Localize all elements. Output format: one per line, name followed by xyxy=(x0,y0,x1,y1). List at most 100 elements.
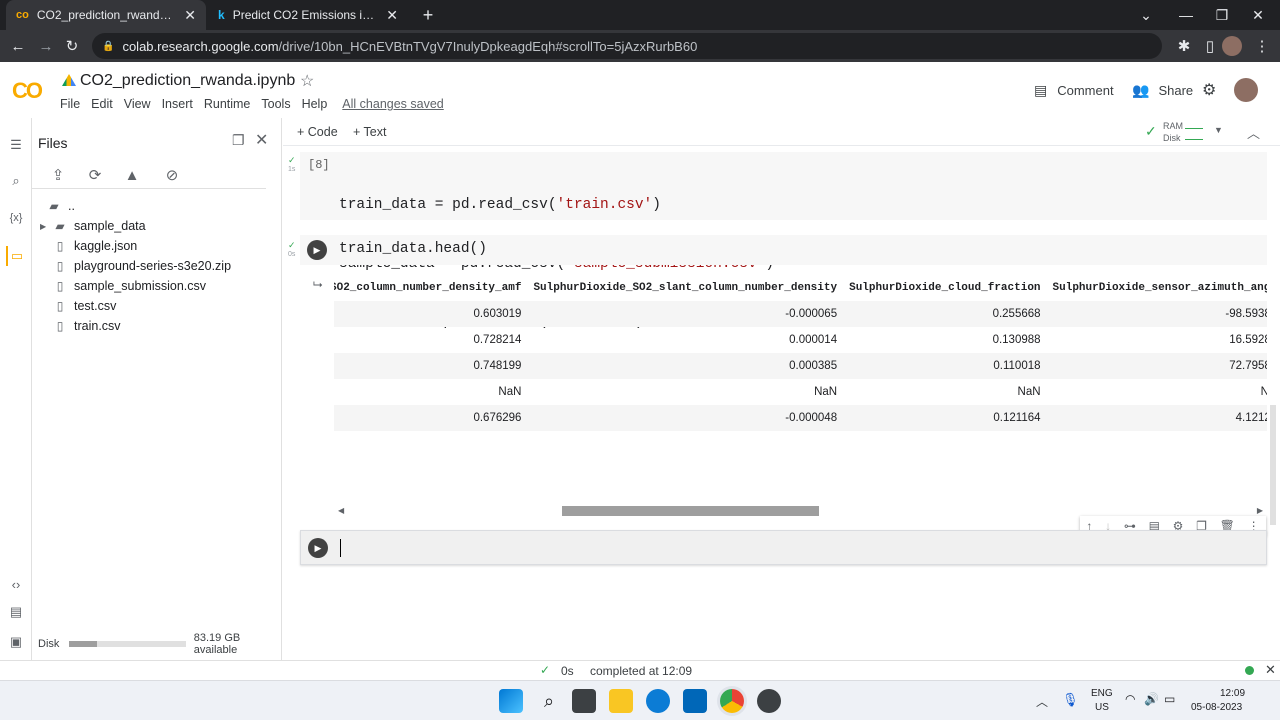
tray-chevron-icon[interactable]: ︿ xyxy=(1036,693,1048,710)
file-item-zip[interactable]: ▯ playground-series-s3e20.zip xyxy=(52,256,231,276)
search-icon[interactable]: ⌕ xyxy=(537,689,561,713)
mount-drive-icon[interactable]: ▲ xyxy=(122,165,142,185)
code-editor[interactable]: train_data.head() xyxy=(339,240,487,260)
notebook-title[interactable]: CO2_prediction_rwanda.ipynb xyxy=(80,72,295,90)
upload-file-icon[interactable]: ⇪ xyxy=(48,165,68,185)
sidepanel-icon[interactable]: ▯ xyxy=(1198,34,1222,58)
refresh-folder-icon[interactable]: ⟳ xyxy=(85,165,105,185)
file-item-sample-submission[interactable]: ▯ sample_submission.csv xyxy=(52,276,206,296)
menu-view[interactable]: View xyxy=(124,97,151,111)
output-menu-icon[interactable]: ⮡ xyxy=(313,277,323,292)
folder-icon[interactable]: ▭ xyxy=(6,246,26,266)
hide-files-icon[interactable]: ⊘ xyxy=(162,165,182,185)
wifi-icon[interactable]: ◠ xyxy=(1125,692,1135,706)
file-item-train-csv[interactable]: ▯ train.csv xyxy=(52,316,121,336)
volume-icon[interactable]: 🔊 xyxy=(1144,692,1159,706)
extensions-icon[interactable]: ✱ xyxy=(1172,34,1196,58)
table-of-contents-icon[interactable]: ☰ xyxy=(6,135,26,155)
scrollbar-thumb[interactable] xyxy=(562,506,819,516)
tab-kaggle[interactable]: k Predict CO2 Emissions in Rwanda ✕ xyxy=(208,0,408,30)
resources-dropdown-icon[interactable]: ▼ xyxy=(1214,125,1223,135)
file-item-kaggle-json[interactable]: ▯ kaggle.json xyxy=(52,236,138,256)
scroll-right-icon[interactable]: ▶ xyxy=(1257,506,1263,515)
task-view-icon[interactable] xyxy=(572,689,596,713)
file-item-parent[interactable]: ▰ .. xyxy=(46,196,75,216)
close-panel-icon[interactable]: ✕ xyxy=(255,130,268,150)
forward-icon[interactable]: → xyxy=(34,34,58,58)
menu-edit[interactable]: Edit xyxy=(91,97,113,111)
save-status-link[interactable]: All changes saved xyxy=(342,97,443,111)
gear-icon[interactable]: ⚙ xyxy=(1202,80,1216,100)
add-code-button[interactable]: + Code xyxy=(297,125,338,139)
menu-help[interactable]: Help xyxy=(302,97,328,111)
menu-bar: File Edit View Insert Runtime Tools Help… xyxy=(60,97,455,111)
code-cell-2[interactable]: ▶ train_data.head() xyxy=(300,235,1267,265)
comment-button[interactable]: ▤ Comment xyxy=(1034,82,1114,99)
profile-avatar[interactable] xyxy=(1222,36,1242,56)
share-label: Share xyxy=(1158,83,1194,98)
terminal-icon[interactable]: ▣ xyxy=(6,632,26,652)
tab-search-icon[interactable]: ⌄ xyxy=(1128,0,1164,30)
variables-icon[interactable]: {x} xyxy=(6,208,26,228)
search-icon[interactable]: ⌕ xyxy=(6,171,26,191)
code-cell-3-active[interactable]: ▶ xyxy=(300,530,1267,565)
colab-logo[interactable]: CO xyxy=(12,78,43,104)
windows-start-icon[interactable] xyxy=(499,689,523,713)
chrome-icon[interactable] xyxy=(720,689,744,713)
menu-file[interactable]: File xyxy=(60,97,80,111)
tab-colab[interactable]: co CO2_prediction_rwanda.ipynb - C ✕ xyxy=(6,0,206,30)
star-icon[interactable]: ☆ xyxy=(300,71,314,91)
recorder-icon[interactable] xyxy=(757,689,781,713)
file-icon: ▯ xyxy=(56,319,64,333)
command-palette-icon[interactable]: ▤ xyxy=(6,602,26,622)
table-cell: 16.592861 xyxy=(1229,334,1267,346)
menu-insert[interactable]: Insert xyxy=(162,97,193,111)
ram-label: RAM xyxy=(1163,121,1183,131)
store-icon[interactable] xyxy=(683,689,707,713)
language-top[interactable]: ENG xyxy=(1091,688,1113,699)
browser-toolbar: ← → ↻ 🔒 colab.research.google.com /drive… xyxy=(0,30,1280,62)
edge-icon[interactable] xyxy=(646,689,670,713)
add-text-button[interactable]: + Text xyxy=(353,125,386,139)
people-icon: 👥 xyxy=(1132,82,1150,98)
menu-runtime[interactable]: Runtime xyxy=(204,97,251,111)
close-tab-icon[interactable]: ✕ xyxy=(184,7,196,24)
vertical-scrollbar[interactable] xyxy=(1270,405,1276,525)
avatar[interactable] xyxy=(1234,78,1258,102)
reload-icon[interactable]: ↻ xyxy=(60,34,84,58)
close-status-icon[interactable]: ✕ xyxy=(1265,662,1276,678)
expand-arrow-icon[interactable]: ▶ xyxy=(40,222,52,231)
ram-meter xyxy=(1185,123,1203,129)
file-item-sample-data[interactable]: ▶ ▰ sample_data xyxy=(40,216,146,236)
file-item-test-csv[interactable]: ▯ test.csv xyxy=(52,296,117,316)
connected-dot-icon xyxy=(1245,666,1254,675)
run-cell-button[interactable]: ▶ xyxy=(307,240,327,260)
clock-time[interactable]: 12:09 xyxy=(1220,688,1245,699)
collapse-header-icon[interactable]: ︿ xyxy=(1247,123,1260,142)
back-icon[interactable]: ← xyxy=(6,34,30,58)
open-in-tab-icon[interactable]: ❐ xyxy=(232,132,245,149)
microphone-icon[interactable]: 🎙 xyxy=(1062,692,1079,708)
minimize-icon[interactable]: — xyxy=(1168,0,1204,30)
clock-date[interactable]: 05-08-2023 xyxy=(1191,702,1242,713)
code-snippets-icon[interactable]: ‹› xyxy=(6,574,26,594)
language-bottom[interactable]: US xyxy=(1095,702,1109,713)
horizontal-scrollbar[interactable]: ◀ ▶ xyxy=(334,506,1267,516)
file-explorer-icon[interactable] xyxy=(609,689,633,713)
kaggle-favicon-icon: k xyxy=(218,8,225,22)
maximize-icon[interactable]: ❐ xyxy=(1204,0,1240,30)
share-button[interactable]: 👥 Share xyxy=(1132,82,1193,99)
address-bar[interactable]: 🔒 colab.research.google.com /drive/10bn_… xyxy=(92,33,1162,59)
cell-status-check-icon: ✓ xyxy=(288,155,296,165)
table-row: 0.676296 -0.000048 0.121164 4.121269 xyxy=(334,405,1267,431)
new-tab-button[interactable]: + xyxy=(410,0,446,30)
menu-tools[interactable]: Tools xyxy=(261,97,290,111)
run-cell-button[interactable]: ▶ xyxy=(308,538,328,558)
window-close-icon[interactable]: ✕ xyxy=(1240,0,1276,30)
completion-status[interactable]: completed at 12:09 xyxy=(590,664,692,678)
scroll-left-icon[interactable]: ◀ xyxy=(338,506,344,515)
browser-menu-icon[interactable]: ⋮ xyxy=(1250,34,1274,58)
battery-icon[interactable]: ▭ xyxy=(1164,692,1175,706)
code-cell-1[interactable]: [8] train_data = pd.read_csv('train.csv'… xyxy=(300,152,1267,330)
close-tab-icon[interactable]: ✕ xyxy=(386,7,398,24)
